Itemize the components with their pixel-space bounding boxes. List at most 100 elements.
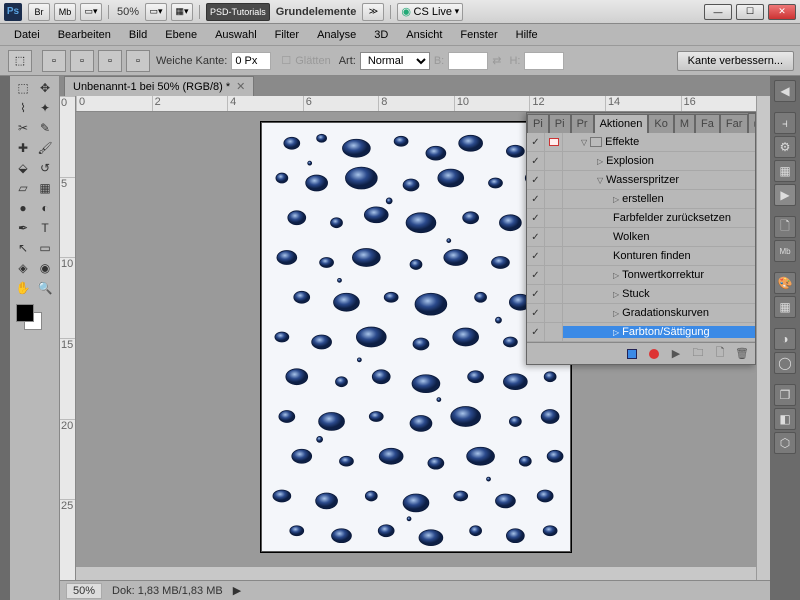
action-label[interactable]: ▷Stuck [563, 288, 755, 300]
action-row[interactable]: ✓▽Effekte [527, 133, 755, 152]
action-row[interactable]: ✓▽Wasserspritzer [527, 171, 755, 190]
menu-fenster[interactable]: Fenster [452, 26, 505, 44]
minibridge-button[interactable]: Mb [54, 3, 76, 21]
color-swatches[interactable] [12, 304, 57, 334]
delete-button[interactable]: 🗑 [735, 347, 749, 361]
bridge-button[interactable]: Br [28, 3, 50, 21]
dialog-toggle[interactable] [545, 304, 563, 322]
rail-grid-icon[interactable]: ▦ [774, 160, 796, 182]
rail-collapse-icon[interactable]: ◀ [774, 80, 796, 102]
dialog-toggle[interactable] [545, 323, 563, 341]
canvas[interactable] [261, 122, 571, 552]
rail-play-icon[interactable]: ▶ [774, 184, 796, 206]
dialog-toggle[interactable] [545, 133, 563, 151]
action-row[interactable]: ✓▷erstellen [527, 190, 755, 209]
move-tool[interactable]: ✥ [34, 78, 56, 98]
rail-mb-icon[interactable]: Mb [774, 240, 796, 262]
toggle-checkbox[interactable]: ✓ [527, 247, 545, 265]
action-label[interactable]: ▷Farbton/Sättigung [563, 326, 755, 338]
toggle-checkbox[interactable]: ✓ [527, 171, 545, 189]
history-brush-tool[interactable]: ↺ [34, 158, 56, 178]
toggle-checkbox[interactable]: ✓ [527, 285, 545, 303]
hand-tool[interactable]: ✋ [12, 278, 34, 298]
action-row[interactable]: ✓ Konturen finden [527, 247, 755, 266]
subtract-selection-button[interactable]: ▫ [98, 50, 122, 72]
action-label[interactable]: ▷Explosion [563, 155, 755, 167]
stop-button[interactable] [625, 347, 639, 361]
rail-swatches-icon[interactable]: ▦ [774, 296, 796, 318]
cs-live-button[interactable]: ◉ CS Live ▾ [397, 3, 463, 21]
rail-arrange-icon[interactable]: ⫞ [774, 112, 796, 134]
dialog-toggle[interactable] [545, 171, 563, 189]
action-label[interactable]: Konturen finden [563, 250, 755, 262]
panel-tab[interactable]: Pi [527, 114, 549, 133]
action-label[interactable]: Wolken [563, 231, 755, 243]
dialog-toggle[interactable] [545, 285, 563, 303]
toggle-checkbox[interactable]: ✓ [527, 209, 545, 227]
view-extras-button[interactable]: ▭▾ [145, 3, 167, 21]
menu-auswahl[interactable]: Auswahl [207, 26, 265, 44]
dialog-toggle[interactable] [545, 209, 563, 227]
stamp-tool[interactable]: ⬙ [12, 158, 34, 178]
disclosure-triangle-icon[interactable]: ▷ [613, 271, 619, 280]
toggle-checkbox[interactable]: ✓ [527, 152, 545, 170]
intersect-selection-button[interactable]: ▫ [126, 50, 150, 72]
scrollbar-horizontal[interactable] [76, 566, 756, 580]
marquee-tool[interactable]: ⬚ [12, 78, 34, 98]
document-tab[interactable]: Unbenannt-1 bei 50% (RGB/8) * ✕ [64, 76, 254, 96]
maximize-button[interactable]: ☐ [736, 4, 764, 20]
arrange-docs-button[interactable]: ▦▾ [171, 3, 193, 21]
path-select-tool[interactable]: ↖ [12, 238, 34, 258]
action-row[interactable]: ✓Farbfelder zurücksetzen [527, 209, 755, 228]
disclosure-triangle-icon[interactable]: ▷ [613, 328, 619, 337]
disclosure-triangle-icon[interactable]: ▽ [597, 176, 603, 185]
workspace-psd-tutorials[interactable]: PSD-Tutorials [206, 3, 270, 21]
disclosure-triangle-icon[interactable]: ▷ [597, 157, 603, 166]
panel-tab-aktionen[interactable]: Aktionen [594, 114, 649, 133]
menu-ebene[interactable]: Ebene [157, 26, 205, 44]
rail-color-icon[interactable]: 🎨 [774, 272, 796, 294]
foreground-color[interactable] [16, 304, 34, 322]
pen-tool[interactable]: ✒ [12, 218, 34, 238]
panel-tab[interactable]: Pr [571, 114, 594, 133]
toggle-checkbox[interactable]: ✓ [527, 228, 545, 246]
panel-tab[interactable]: Pi [549, 114, 571, 133]
play-button[interactable]: ▶ [669, 347, 683, 361]
dialog-toggle[interactable] [545, 247, 563, 265]
blur-tool[interactable]: ● [12, 198, 34, 218]
tool-preset-button[interactable]: ⬚ [8, 50, 32, 72]
scrollbar-vertical[interactable] [756, 96, 770, 580]
dialog-toggle[interactable] [545, 190, 563, 208]
workspace-more-button[interactable]: ≫ [362, 3, 384, 21]
action-row[interactable]: ✓▷Gradationskurven [527, 304, 755, 323]
action-row[interactable]: ✓ ▷Explosion [527, 152, 755, 171]
action-row[interactable]: ✓ Wolken [527, 228, 755, 247]
panel-tab[interactable]: Ko [648, 114, 673, 133]
action-row[interactable]: ✓ ▷Farbton/Sättigung [527, 323, 755, 342]
new-action-button[interactable]: 🗋 [713, 347, 727, 361]
add-selection-button[interactable]: ▫ [70, 50, 94, 72]
menu-datei[interactable]: Datei [6, 26, 48, 44]
rail-gear-icon[interactable]: ⚙ [774, 136, 796, 158]
panel-tab[interactable]: Fa [695, 114, 720, 133]
action-label[interactable]: ▷Gradationskurven [563, 307, 755, 319]
action-label[interactable]: ▷erstellen [563, 193, 755, 205]
crop-tool[interactable]: ✂ [12, 118, 34, 138]
panel-tab[interactable]: Far [720, 114, 749, 133]
zoom-tool[interactable]: 🔍 [34, 278, 56, 298]
3d-camera-tool[interactable]: ◉ [34, 258, 56, 278]
action-label[interactable]: ▷Tonwertkorrektur [563, 269, 755, 281]
menu-bild[interactable]: Bild [121, 26, 155, 44]
eyedropper-tool[interactable]: ✎ [34, 118, 56, 138]
toggle-checkbox[interactable]: ✓ [527, 133, 545, 151]
workspace-grundelemente[interactable]: Grundelemente [276, 6, 357, 18]
lasso-tool[interactable]: ⌇ [12, 98, 34, 118]
dodge-tool[interactable]: ◐ [34, 198, 56, 218]
menu-3d[interactable]: 3D [366, 26, 396, 44]
dialog-toggle[interactable] [545, 228, 563, 246]
style-select[interactable]: Normal [360, 52, 430, 70]
rail-mask-icon[interactable]: ◯ [774, 352, 796, 374]
disclosure-triangle-icon[interactable]: ▷ [613, 290, 619, 299]
toggle-checkbox[interactable]: ✓ [527, 323, 545, 341]
eraser-tool[interactable]: ▱ [12, 178, 34, 198]
